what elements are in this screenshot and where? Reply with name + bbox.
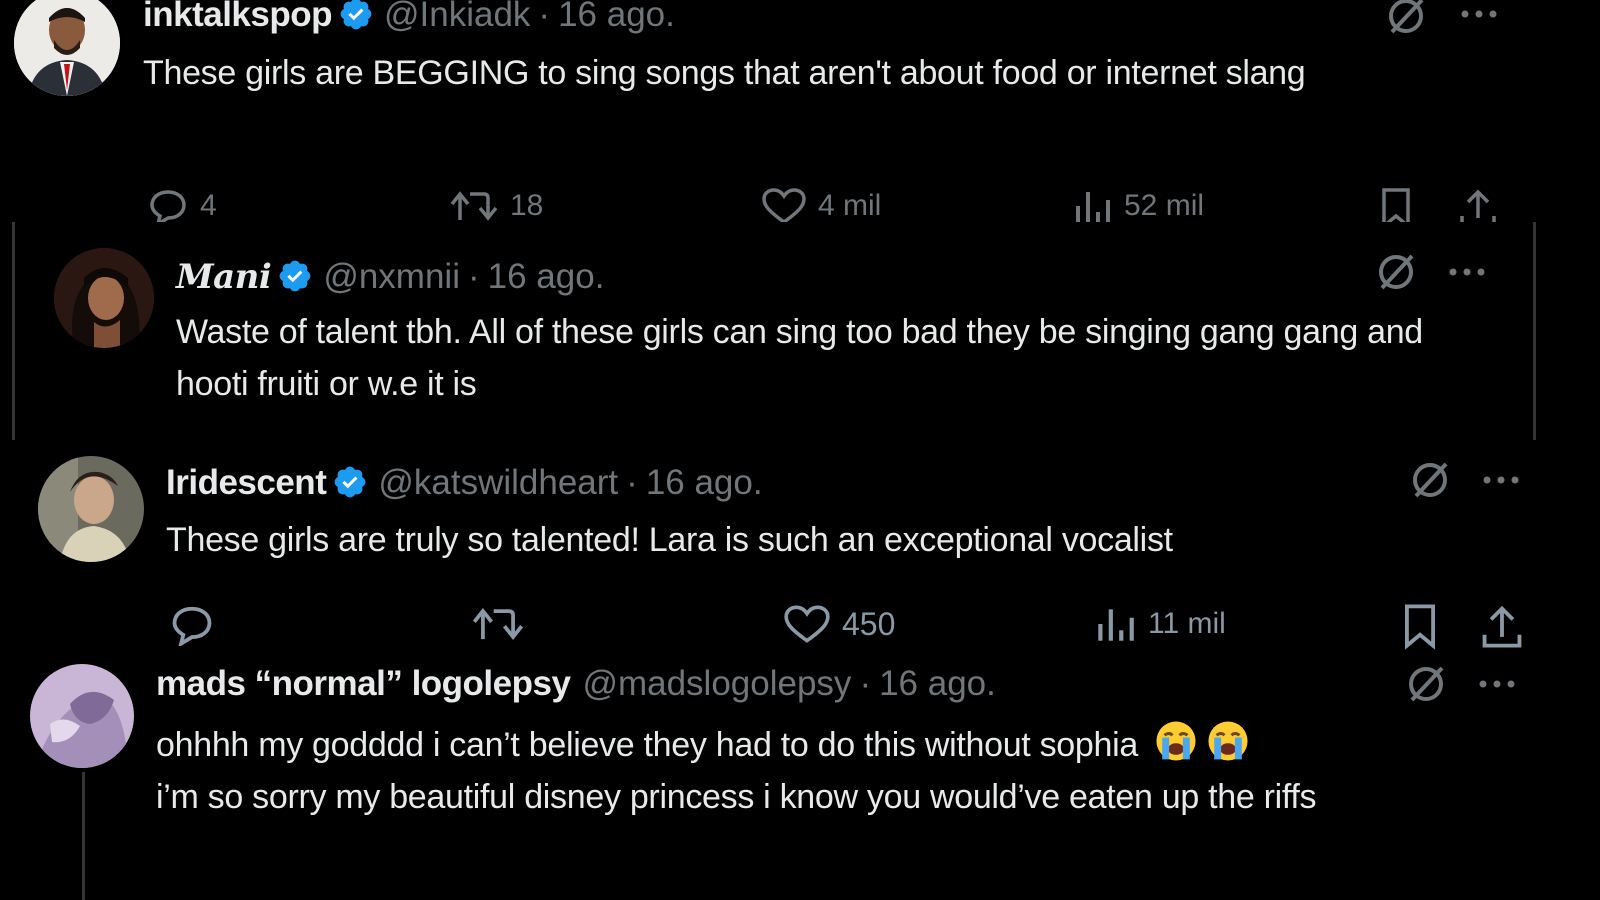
verified-badge-icon: [279, 260, 311, 292]
display-name[interactable]: inktalkspop: [143, 0, 332, 35]
like-button[interactable]: 4 mil: [760, 186, 881, 222]
repost-icon: [450, 191, 498, 221]
display-name[interactable]: Mani: [176, 257, 272, 297]
bookmark-icon[interactable]: [1376, 186, 1416, 222]
more-icon[interactable]: [1446, 264, 1490, 280]
reply-button[interactable]: 4: [146, 186, 217, 222]
reply-count: 4: [200, 189, 217, 222]
avatar-image: [14, 0, 120, 96]
reply-icon: [172, 606, 212, 646]
handle[interactable]: @nxmnii: [323, 257, 460, 297]
separator: ·: [626, 463, 638, 502]
avatar-image: [30, 664, 134, 768]
reply-button[interactable]: [168, 602, 226, 646]
tweet-1[interactable]: inktalkspop @Inkiadk · 16 ago. These gir…: [0, 0, 1550, 222]
avatar[interactable]: [30, 664, 134, 768]
views-icon: [1076, 192, 1110, 222]
grok-slash-icon[interactable]: [1408, 458, 1452, 502]
tweet-text: These girls are BEGGING to sing songs th…: [143, 54, 1306, 92]
tweet-header: inktalkspop @Inkiadk · 16 ago.: [143, 0, 675, 35]
verified-badge-icon: [334, 466, 366, 498]
repost-button[interactable]: 18: [448, 186, 543, 222]
like-icon: [784, 605, 830, 643]
tweet-text: Waste of talent tbh. All of these girls …: [176, 313, 1423, 403]
share-icon[interactable]: [1478, 602, 1526, 650]
more-icon[interactable]: [1476, 676, 1520, 692]
handle[interactable]: @katswildheart: [378, 463, 618, 503]
timestamp[interactable]: 16 ago.: [558, 0, 675, 35]
panel-border-left: [12, 222, 15, 440]
tweet-4[interactable]: mads “normal” logolepsy @madslogolepsy ·…: [0, 660, 1600, 900]
grok-slash-icon[interactable]: [1404, 662, 1448, 706]
repost-count: 18: [510, 189, 544, 222]
thread-line: [82, 772, 85, 900]
like-icon: [762, 188, 806, 222]
view-count: 52 mil: [1124, 189, 1205, 222]
handle[interactable]: @madslogolepsy: [582, 664, 851, 704]
views-button[interactable]: 52 mil: [1070, 186, 1204, 222]
display-name[interactable]: mads “normal” logolepsy: [156, 664, 571, 704]
tweet-text: These girls are truly so talented! Lara …: [166, 521, 1173, 559]
views-button[interactable]: 11 mil: [1092, 602, 1226, 646]
crying-emoji-icon: [1208, 721, 1248, 761]
views-icon: [1098, 609, 1134, 641]
repost-button[interactable]: [470, 602, 536, 646]
avatar[interactable]: [54, 248, 154, 348]
verified-badge-icon: [340, 0, 372, 30]
avatar-image: [54, 248, 154, 348]
tweet-header: Mani @nxmnii · 16 ago.: [176, 252, 604, 297]
avatar-image: [38, 456, 144, 562]
more-icon[interactable]: [1480, 472, 1524, 488]
tweet-header: mads “normal” logolepsy @madslogolepsy ·…: [156, 664, 996, 704]
avatar[interactable]: [14, 0, 120, 96]
timestamp[interactable]: 16 ago.: [879, 664, 996, 704]
more-icon[interactable]: [1458, 6, 1502, 22]
bookmark-icon[interactable]: [1398, 602, 1442, 650]
repost-icon: [472, 608, 524, 640]
separator: ·: [538, 0, 551, 34]
tweet-3[interactable]: Iridescent @katswildheart · 16 ago. Thes…: [0, 440, 1600, 660]
share-icon[interactable]: [1456, 186, 1500, 222]
grok-slash-icon[interactable]: [1384, 0, 1428, 38]
like-count: 450: [842, 605, 896, 642]
tweet-2[interactable]: Mani @nxmnii · 16 ago. Waste of talent t…: [12, 222, 1536, 440]
like-count: 4 mil: [818, 189, 882, 222]
timestamp[interactable]: 16 ago.: [488, 257, 605, 297]
timestamp[interactable]: 16 ago.: [646, 463, 763, 503]
display-name[interactable]: Iridescent: [166, 463, 327, 503]
like-button[interactable]: 450: [782, 602, 895, 646]
panel-border-right: [1533, 222, 1536, 440]
tweet-text-line1: ohhhh my godddd i can’t believe they had…: [156, 726, 1138, 764]
separator: ·: [859, 664, 872, 703]
handle[interactable]: @Inkiadk: [384, 0, 530, 35]
avatar[interactable]: [38, 456, 144, 562]
crying-emoji-icon: [1156, 721, 1196, 761]
tweet-text: ohhhh my godddd i can’t believe they had…: [156, 718, 1536, 823]
reply-icon: [150, 190, 186, 222]
separator: ·: [467, 257, 480, 296]
tweet-text-rest: i’m so sorry my beautiful disney princes…: [156, 778, 1317, 816]
grok-slash-icon[interactable]: [1374, 250, 1418, 294]
view-count: 11 mil: [1148, 607, 1226, 640]
tweet-header: Iridescent @katswildheart · 16 ago.: [166, 458, 763, 503]
